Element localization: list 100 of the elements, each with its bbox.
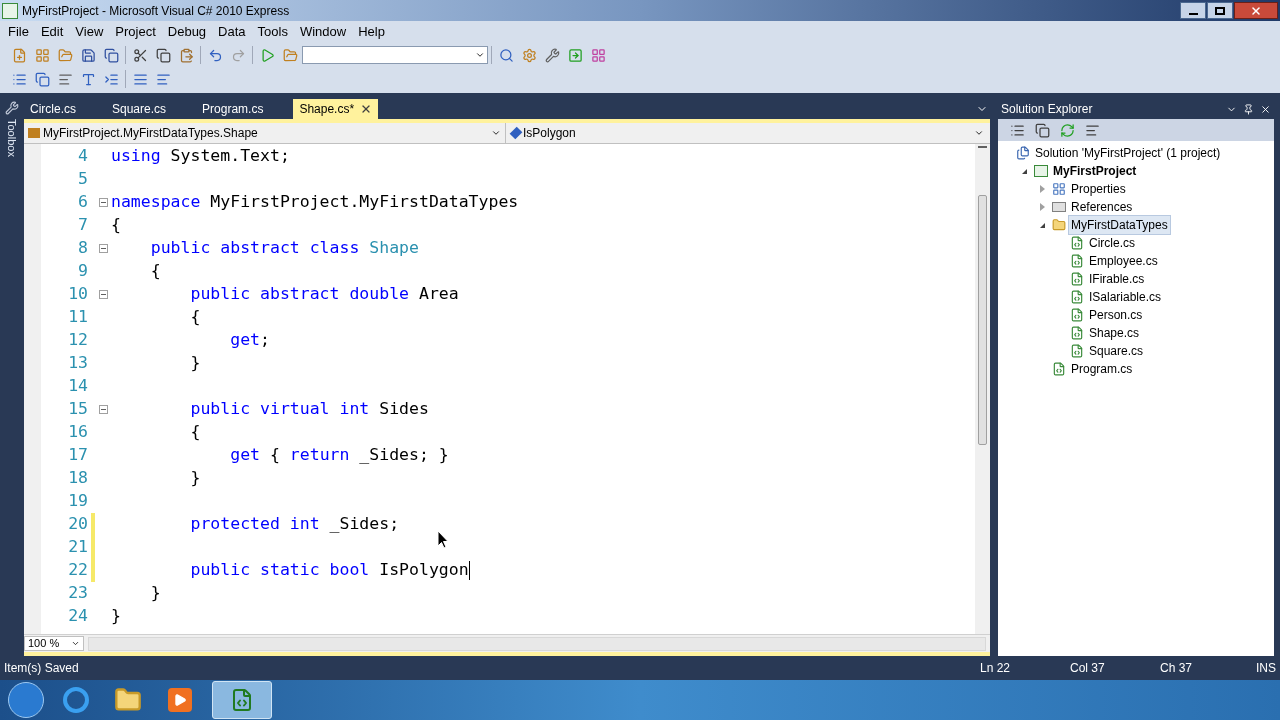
code-file-icon: [1070, 254, 1084, 268]
toolbar-icon: [57, 47, 73, 63]
toolbar-icon: [80, 47, 96, 63]
combo-box[interactable]: [302, 46, 488, 64]
collapse-icon[interactable]: [98, 290, 108, 299]
window-title: MyFirstProject - Microsoft Visual C# 2010 Express: [22, 2, 290, 20]
toolbar-icon: [34, 47, 50, 63]
menu-item[interactable]: View: [69, 22, 110, 42]
maximize-button[interactable]: [1207, 2, 1233, 19]
tree-item[interactable]: Solution 'MyFirstProject' (1 project): [1032, 143, 1224, 163]
close-icon: [1250, 4, 1262, 17]
collapsed-arrow-icon[interactable]: [1039, 203, 1045, 211]
code-token: {: [111, 214, 121, 237]
tree-item[interactable]: Person.cs: [1086, 305, 1146, 325]
tree-item[interactable]: References: [1068, 197, 1136, 217]
tree-item[interactable]: IFirable.cs: [1086, 269, 1148, 289]
code-token: System.Text;: [169, 145, 290, 168]
tree-item[interactable]: Employee.cs: [1086, 251, 1161, 271]
line-number: 16: [67, 421, 89, 444]
code-file-icon: [1070, 272, 1084, 286]
app-icon: [2, 2, 18, 19]
toolbar-icon: [521, 47, 537, 63]
toolbox-icon: [5, 101, 19, 115]
collapse-icon[interactable]: [98, 198, 108, 207]
collapse-icon[interactable]: [98, 244, 108, 253]
collapsed-arrow-icon[interactable]: [1039, 185, 1045, 193]
code-token: get: [229, 444, 260, 467]
line-number: 17: [67, 444, 89, 467]
tree-item[interactable]: Circle.cs: [1086, 233, 1138, 253]
line-number: 5: [77, 168, 89, 191]
tree-item[interactable]: Shape.cs: [1086, 323, 1143, 343]
tree-item[interactable]: ISalariable.cs: [1086, 287, 1165, 307]
line-number: 24: [67, 605, 89, 628]
collapse-icon[interactable]: [98, 405, 108, 414]
tree-item[interactable]: MyFirstDataTypes: [1068, 215, 1171, 235]
code-token: }: [189, 467, 201, 490]
menu-item[interactable]: Project: [109, 22, 162, 42]
toolbar-icon: [80, 71, 96, 87]
code-file-icon: [1070, 290, 1084, 304]
tree-item[interactable]: MyFirstProject: [1050, 161, 1140, 181]
code-token: namespace: [111, 191, 201, 214]
toolbox-tab[interactable]: Toolbox: [3, 119, 21, 157]
status-message: Item(s) Saved: [4, 660, 79, 677]
insert-mode: INS: [1256, 660, 1276, 677]
line-number: 12: [67, 329, 89, 352]
toolbar-icon: [230, 47, 246, 63]
menu-item[interactable]: Debug: [161, 22, 213, 42]
expanded-arrow-icon[interactable]: [1021, 168, 1027, 174]
toolbar-icon: [155, 71, 171, 87]
member-dropdown[interactable]: IsPolygon: [506, 123, 990, 143]
menu-item[interactable]: Help: [352, 22, 391, 42]
menu-item[interactable]: File: [2, 22, 35, 42]
line-number: 22: [67, 559, 89, 582]
menu-item[interactable]: Tools: [251, 22, 294, 42]
code-token: Area: [417, 283, 459, 306]
toolbar-icon: [132, 71, 148, 87]
toolbar-icon: [544, 47, 560, 63]
line-number: 10: [67, 283, 89, 306]
line-number: 9: [77, 260, 89, 283]
type-dropdown[interactable]: MyFirstProject.MyFirstDataTypes.Shape: [24, 123, 506, 143]
toolbar-icon: [132, 47, 148, 63]
toolbar-icon: [282, 47, 298, 63]
folder-icon: [1052, 218, 1066, 232]
document-tab[interactable]: Square.cs: [106, 99, 173, 119]
code-token: {: [189, 306, 201, 329]
toolbar-icon: [103, 71, 119, 87]
code-file-icon: [1070, 308, 1084, 322]
zoom-dropdown[interactable]: 100 %: [24, 636, 84, 651]
document-tab[interactable]: Program.cs: [196, 99, 270, 119]
line-number: 15: [67, 398, 89, 421]
menu-item[interactable]: Edit: [34, 22, 70, 42]
close-button[interactable]: [1234, 2, 1278, 19]
toolbar-icon: [259, 47, 275, 63]
close-icon: [1260, 103, 1271, 115]
code-token: MyFirstProject.MyFirstDataTypes: [209, 191, 519, 214]
menu-item[interactable]: Data: [212, 22, 252, 42]
document-tab[interactable]: Circle.cs: [24, 99, 82, 119]
start-button[interactable]: [8, 682, 44, 718]
tree-item[interactable]: Properties: [1068, 179, 1129, 199]
references-icon: [1052, 202, 1066, 212]
code-token: {: [268, 444, 281, 467]
line-number: 21: [67, 536, 89, 559]
csharp-taskbar-icon[interactable]: [212, 681, 272, 719]
code-file-icon: [1070, 326, 1084, 340]
code-token: }: [149, 582, 161, 605]
code-token: return: [289, 444, 350, 467]
minimize-button[interactable]: [1180, 2, 1206, 19]
line-number: 23: [67, 582, 89, 605]
code-token: {: [189, 421, 201, 444]
line-number: 18: [67, 467, 89, 490]
line-number: 20: [67, 513, 89, 536]
tree-item[interactable]: Square.cs: [1086, 341, 1147, 361]
toolbar-icon: [590, 47, 606, 63]
line-number: 6: [77, 191, 89, 214]
line-number: 13: [67, 352, 89, 375]
menu-item[interactable]: Window: [293, 22, 353, 42]
tree-item[interactable]: Program.cs: [1068, 359, 1136, 379]
expanded-arrow-icon[interactable]: [1039, 222, 1045, 228]
member-icon: [509, 126, 523, 140]
document-tab[interactable]: Shape.cs*: [293, 99, 379, 119]
